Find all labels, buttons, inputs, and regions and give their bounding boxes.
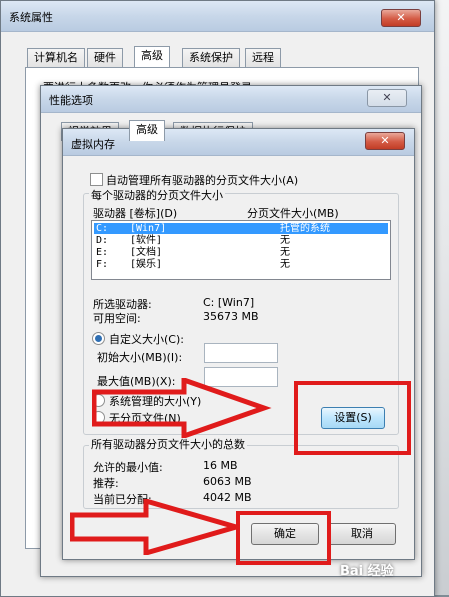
- highlight-set-button: [294, 381, 411, 455]
- custom-size-label: 自定义大小(C):: [109, 333, 184, 346]
- recommended-value: 6063 MB: [203, 475, 252, 488]
- drive-letter: C:: [96, 223, 109, 234]
- initial-size-label: 初始大小(MB)(I):: [97, 351, 183, 364]
- drive-letter: E:: [96, 247, 109, 258]
- tab-advanced[interactable]: 高级: [129, 120, 165, 141]
- virtual-memory-titlebar: 虚拟内存 ✕: [63, 129, 414, 156]
- min-allowed-value: 16 MB: [203, 459, 238, 472]
- selected-drive-value: C: [Win7]: [203, 296, 255, 309]
- performance-options-titlebar: 性能选项 ✕: [41, 86, 421, 113]
- tab-remote[interactable]: 远程: [245, 48, 281, 67]
- column-header-size: 分页文件大小(MB): [247, 207, 339, 220]
- paging-size: 无: [280, 235, 290, 246]
- cancel-button[interactable]: 取消: [328, 523, 396, 545]
- list-item[interactable]: E: [文档] 无: [94, 247, 388, 258]
- drive-label: [软件]: [130, 235, 163, 246]
- tab-advanced[interactable]: 高级: [134, 46, 170, 67]
- drive-label: [Win7]: [130, 223, 167, 234]
- window-title: 虚拟内存: [71, 138, 115, 151]
- tab-hardware[interactable]: 硬件: [87, 48, 123, 67]
- initial-size-input[interactable]: [204, 343, 278, 363]
- close-button[interactable]: ✕: [367, 89, 407, 107]
- recommended-label: 推荐:: [93, 477, 119, 490]
- arrow-to-ok-icon: [70, 499, 240, 555]
- free-space-value: 35673 MB: [203, 310, 259, 323]
- auto-manage-label: 自动管理所有驱动器的分页文件大小(A): [106, 174, 299, 187]
- system-properties-tabs: 计算机名 硬件 高级 系统保护 远程: [27, 46, 317, 68]
- free-space-label: 可用空间:: [93, 312, 141, 325]
- drive-label: [娱乐]: [130, 259, 163, 270]
- close-button[interactable]: ✕: [365, 132, 405, 150]
- drive-list[interactable]: C: [Win7] 托管的系统 D: [软件] 无 E: [文档] 无 F: […: [91, 220, 391, 280]
- drive-letter: D:: [96, 235, 109, 246]
- per-drive-group-title: 每个驱动器的分页文件大小: [89, 187, 225, 203]
- watermark: Bai 经验: [340, 564, 394, 579]
- list-item[interactable]: F: [娱乐] 无: [94, 259, 388, 270]
- column-header-drive: 驱动器 [卷标](D): [93, 207, 178, 220]
- auto-manage-checkbox[interactable]: [90, 173, 103, 186]
- drive-letter: F:: [96, 259, 109, 270]
- close-button[interactable]: ✕: [381, 9, 421, 27]
- paging-size: 无: [280, 247, 290, 258]
- arrow-to-set-icon: [92, 378, 272, 438]
- tab-system-protection[interactable]: 系统保护: [182, 48, 240, 67]
- custom-size-radio[interactable]: [92, 332, 105, 345]
- paging-size: 无: [280, 259, 290, 270]
- virtual-memory-dialog: 虚拟内存 ✕ 自动管理所有驱动器的分页文件大小(A) 每个驱动器的分页文件大小 …: [62, 128, 415, 560]
- system-properties-titlebar: 系统属性 ✕: [1, 1, 434, 32]
- tab-computer-name[interactable]: 计算机名: [27, 48, 85, 67]
- window-title: 系统属性: [9, 11, 53, 24]
- min-allowed-label: 允许的最小值:: [93, 461, 163, 474]
- window-title: 性能选项: [49, 94, 93, 107]
- paging-size: 托管的系统: [280, 223, 330, 234]
- list-item[interactable]: D: [软件] 无: [94, 235, 388, 246]
- highlight-ok-button: [236, 511, 331, 565]
- list-item[interactable]: C: [Win7] 托管的系统: [94, 223, 388, 234]
- total-size-group-title: 所有驱动器分页文件大小的总数: [89, 436, 247, 452]
- drive-label: [文档]: [130, 247, 163, 258]
